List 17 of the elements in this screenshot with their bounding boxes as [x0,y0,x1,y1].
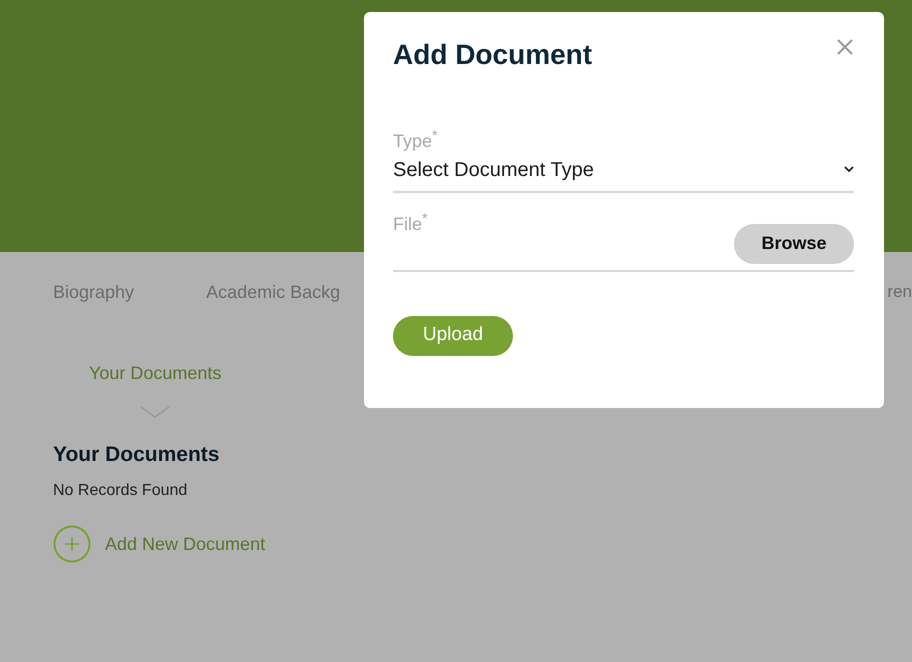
section-title: Your Documents [53,442,220,468]
tab[interactable]: Academic Backg [206,278,340,306]
field-label: Type$^{*}$ [393,128,438,153]
select-field[interactable]: Select Document Type [393,154,854,193]
chevron-icon [140,405,170,419]
plus-circle-icon [53,525,91,564]
caret-icon [844,166,854,174]
tab[interactable]: Your Documents [89,360,222,387]
close-button[interactable] [836,38,854,56]
add-document-link[interactable]: Add New Document [53,525,266,564]
tab[interactable]: Biography [53,278,134,306]
modal-title: Add Document [393,38,592,72]
field-label: File$^{*}$ [393,210,428,236]
browse-button[interactable]: Browse [734,224,854,264]
empty-message: No Records Found [53,481,188,502]
upload-button[interactable]: Upload [393,316,513,356]
tab[interactable]: ren [887,279,912,305]
